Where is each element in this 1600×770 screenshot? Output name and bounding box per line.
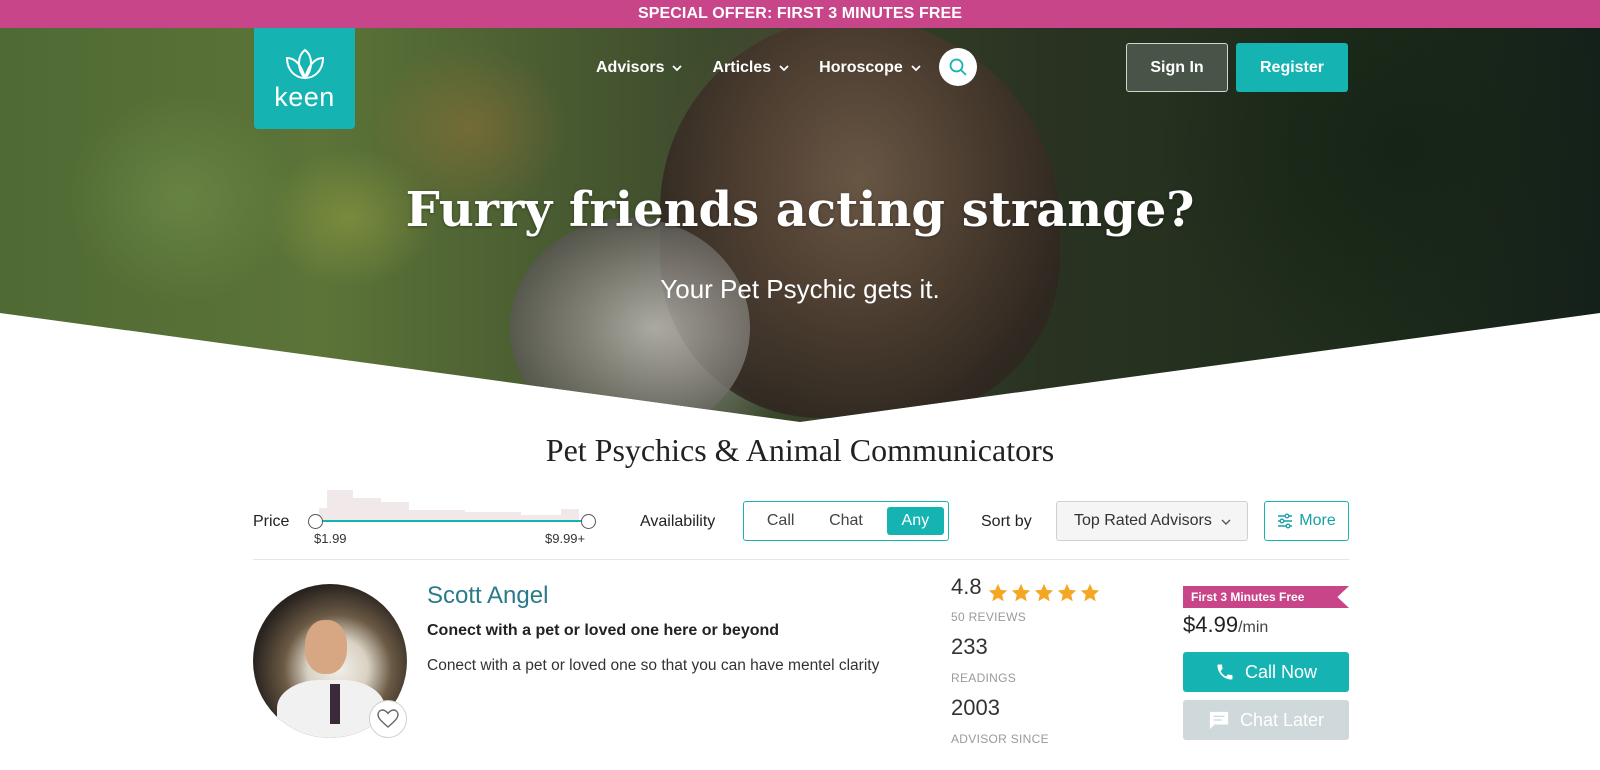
readings-label: READINGS (951, 671, 1017, 685)
sort-label: Sort by (981, 513, 1032, 530)
price-slider-min-handle[interactable] (308, 514, 323, 529)
promo-banner[interactable]: SPECIAL OFFER: FIRST 3 MINUTES FREE (0, 0, 1600, 28)
call-now-label: Call Now (1244, 661, 1318, 682)
availability-label: Availability (640, 513, 716, 530)
star-icon (1080, 583, 1100, 602)
filter-bar: Price $1.99 $9.99+ Availability Call Cha… (253, 490, 1349, 560)
histogram-bar (409, 510, 465, 520)
hero-kitten-image (510, 218, 750, 422)
search-button[interactable] (939, 48, 977, 86)
histogram-bar (353, 498, 381, 520)
heart-icon (377, 709, 399, 728)
readings-count: 233 (951, 634, 988, 659)
price-min-value: $1.99 (314, 531, 347, 546)
hero-title: Furry friends acting strange? (405, 182, 1195, 238)
more-filters-label: More (1299, 512, 1336, 529)
logo-wordmark: keen (274, 82, 335, 112)
nav-advisors[interactable]: Advisors (596, 56, 683, 80)
advisor-description: Conect with a pet or loved one so that y… (427, 657, 880, 674)
more-filters-button[interactable]: More (1264, 501, 1349, 541)
advisor-name-link[interactable]: Scott Angel (427, 582, 548, 610)
sort-dropdown[interactable]: Top Rated Advisors (1056, 501, 1248, 541)
register-button[interactable]: Register (1236, 43, 1348, 92)
price-label: Price (253, 513, 290, 530)
chat-bubble-icon (1209, 711, 1229, 730)
advisor-card[interactable]: Scott Angel Conect with a pet or loved o… (253, 574, 1349, 770)
histogram-bar (561, 509, 579, 520)
advisor-since-label: ADVISOR SINCE (951, 732, 1049, 746)
main-nav: Advisors Articles Horoscope (596, 56, 951, 80)
keen-logo[interactable]: keen (254, 28, 355, 129)
offer-ribbon: First 3 Minutes Free (1183, 586, 1349, 608)
avatar-tie (330, 684, 340, 724)
star-icon (1034, 583, 1054, 602)
price-unit: /min (1238, 619, 1269, 636)
histogram-bar (381, 502, 409, 520)
chevron-down-icon (672, 65, 683, 72)
nav-horoscope[interactable]: Horoscope (819, 56, 921, 80)
avatar-face (305, 620, 347, 674)
price-slider-max-handle[interactable] (581, 514, 596, 529)
chevron-down-icon (779, 65, 789, 72)
nav-horoscope-label: Horoscope (819, 59, 903, 76)
call-now-button[interactable]: Call Now (1183, 652, 1349, 692)
star-icon (1057, 583, 1077, 602)
sliders-icon (1278, 513, 1293, 529)
sort-dropdown-value: Top Rated Advisors (1074, 512, 1212, 529)
histogram-bar (327, 490, 353, 520)
advisor-price: $4.99/min (1183, 612, 1268, 638)
section-title: Pet Psychics & Animal Communicators (545, 432, 1055, 468)
price-max-value: $9.99+ (545, 531, 586, 546)
chat-later-label: Chat Later (1239, 709, 1325, 730)
availability-option-any[interactable]: Any (886, 507, 945, 535)
advisor-tagline: Conect with a pet or loved one here or b… (427, 622, 780, 639)
chevron-down-icon (911, 65, 921, 72)
nav-articles-label: Articles (712, 59, 772, 76)
histogram-bar (465, 512, 521, 520)
availability-toggle: Call Chat Any (743, 501, 949, 541)
nav-articles[interactable]: Articles (712, 56, 789, 80)
availability-option-call[interactable]: Call (748, 512, 813, 530)
reviews-count-link[interactable]: 50 REVIEWS (951, 610, 1026, 624)
lotus-icon (285, 48, 325, 80)
price-value: $4.99 (1183, 612, 1239, 637)
chat-later-button[interactable]: Chat Later (1183, 700, 1349, 740)
rating-stars (987, 582, 1101, 604)
star-icon (988, 583, 1008, 602)
star-icon (1011, 583, 1031, 602)
hero-subtitle: Your Pet Psychic gets it. (660, 274, 940, 304)
availability-option-chat[interactable]: Chat (813, 512, 878, 530)
favorite-button[interactable] (369, 700, 407, 738)
search-icon (949, 58, 967, 76)
price-slider-track[interactable] (315, 520, 591, 522)
nav-advisors-label: Advisors (596, 59, 665, 76)
advisor-rating: 4.8 (951, 574, 982, 599)
phone-icon (1217, 664, 1233, 680)
sign-in-button[interactable]: Sign In (1126, 43, 1228, 92)
advisor-since-year: 2003 (951, 695, 1000, 720)
price-histogram (315, 490, 589, 520)
chevron-down-icon (1221, 519, 1231, 525)
